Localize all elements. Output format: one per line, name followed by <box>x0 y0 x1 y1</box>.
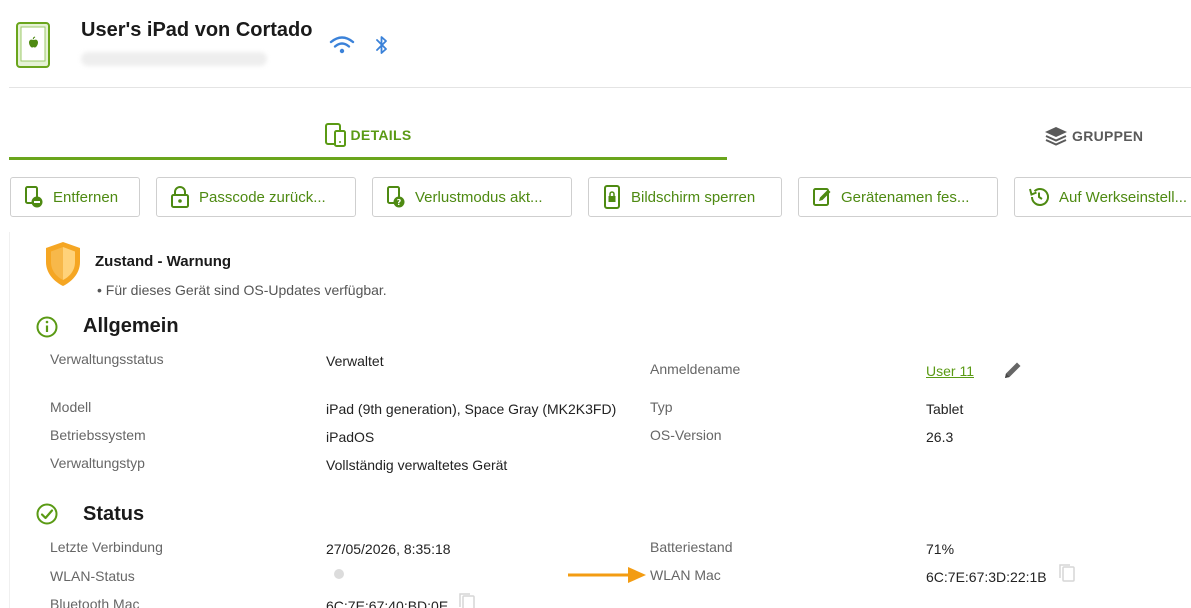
value-login-name-link[interactable]: User 11 <box>926 363 974 379</box>
tab-groups[interactable]: GRUPPEN <box>1020 112 1191 160</box>
value-os-version: 26.3 <box>926 429 954 445</box>
tab-details-label: DETAILS <box>350 126 412 143</box>
label-management-status: Verwaltungsstatus <box>50 351 164 367</box>
tab-details[interactable]: DETAILS <box>9 112 727 160</box>
header-divider <box>9 87 1191 88</box>
lost-mode-button[interactable]: ? Verlustmodus akt... <box>372 177 572 217</box>
label-battery: Batteriestand <box>650 539 733 555</box>
arrow-annotation <box>568 567 646 583</box>
lock-screen-button[interactable]: Bildschirm sperren <box>588 177 782 217</box>
device-title: User's iPad von Cortado <box>81 19 313 41</box>
pencil-icon[interactable] <box>1002 359 1024 381</box>
label-wifi-status: WLAN-Status <box>50 568 135 584</box>
value-type: Tablet <box>926 401 964 417</box>
screen-lock-icon <box>604 185 620 209</box>
value-model: iPad (9th generation), Space Gray (MK2K3… <box>326 401 617 417</box>
remove-button[interactable]: Entfernen <box>10 177 140 217</box>
value-bluetooth-mac: 6C:7E:67:40:BD:0E <box>326 598 449 608</box>
devices-icon <box>324 122 346 147</box>
tablet-apple-icon <box>16 22 50 68</box>
value-wifi-mac: 6C:7E:67:3D:22:1B <box>926 569 1047 585</box>
value-os: iPadOS <box>326 429 375 445</box>
factory-reset-label: Auf Werkseinstell... <box>1059 188 1188 206</box>
check-circle-icon <box>36 503 58 525</box>
remove-button-label: Entfernen <box>53 188 119 206</box>
device-header: User's iPad von Cortado <box>0 0 1191 88</box>
factory-reset-icon <box>1029 188 1049 206</box>
label-wifi-mac: WLAN Mac <box>650 567 721 583</box>
copy-icon[interactable] <box>1058 563 1076 583</box>
factory-reset-button[interactable]: Auf Werkseinstell... <box>1014 177 1191 217</box>
reset-passcode-label: Passcode zurück... <box>199 188 326 206</box>
section-title-status: Status <box>83 503 145 525</box>
label-type: Typ <box>650 399 673 415</box>
value-management-type: Vollständig verwaltetes Gerät <box>326 457 508 473</box>
bluetooth-icon <box>376 36 387 54</box>
label-login-name: Anmeldename <box>650 361 741 377</box>
edit-name-icon <box>813 188 831 206</box>
warning-shield-icon <box>46 242 80 286</box>
health-message: • Für dieses Gerät sind OS-Updates verfü… <box>97 282 387 298</box>
wifi-status-dot <box>334 569 344 579</box>
value-battery: 71% <box>926 541 955 557</box>
label-bluetooth-mac: Bluetooth Mac <box>50 596 140 608</box>
label-model: Modell <box>50 399 92 415</box>
reset-passcode-button[interactable]: Passcode zurück... <box>156 177 356 217</box>
lost-mode-icon: ? <box>387 186 405 208</box>
label-management-type: Verwaltungstyp <box>50 455 145 471</box>
wifi-icon <box>329 36 355 54</box>
info-icon <box>36 316 58 338</box>
device-subtitle-blurred <box>81 52 267 66</box>
details-panel: Zustand - Warnung • Für dieses Gerät sin… <box>9 232 1191 608</box>
remove-device-icon <box>25 186 43 208</box>
section-title-general: Allgemein <box>83 315 179 337</box>
action-toolbar: Entfernen Passcode zurück... ? Verlustmo… <box>9 177 1191 217</box>
tab-groups-label: GRUPPEN <box>1072 128 1144 144</box>
value-management-status: Verwaltet <box>326 353 384 369</box>
label-os-version: OS-Version <box>650 427 722 443</box>
svg-text:?: ? <box>397 198 402 207</box>
health-title: Zustand - Warnung <box>95 253 232 270</box>
label-last-connection: Letzte Verbindung <box>50 539 163 555</box>
label-os: Betriebssystem <box>50 427 146 443</box>
set-device-name-label: Gerätenamen fes... <box>841 188 970 206</box>
value-last-connection: 27/05/2026, 8:35:18 <box>326 541 451 557</box>
lost-mode-label: Verlustmodus akt... <box>415 188 543 206</box>
set-device-name-button[interactable]: Gerätenamen fes... <box>798 177 998 217</box>
lock-screen-label: Bildschirm sperren <box>631 188 756 206</box>
copy-icon[interactable] <box>458 592 476 608</box>
lock-icon <box>171 186 189 208</box>
layers-icon <box>1045 127 1067 146</box>
